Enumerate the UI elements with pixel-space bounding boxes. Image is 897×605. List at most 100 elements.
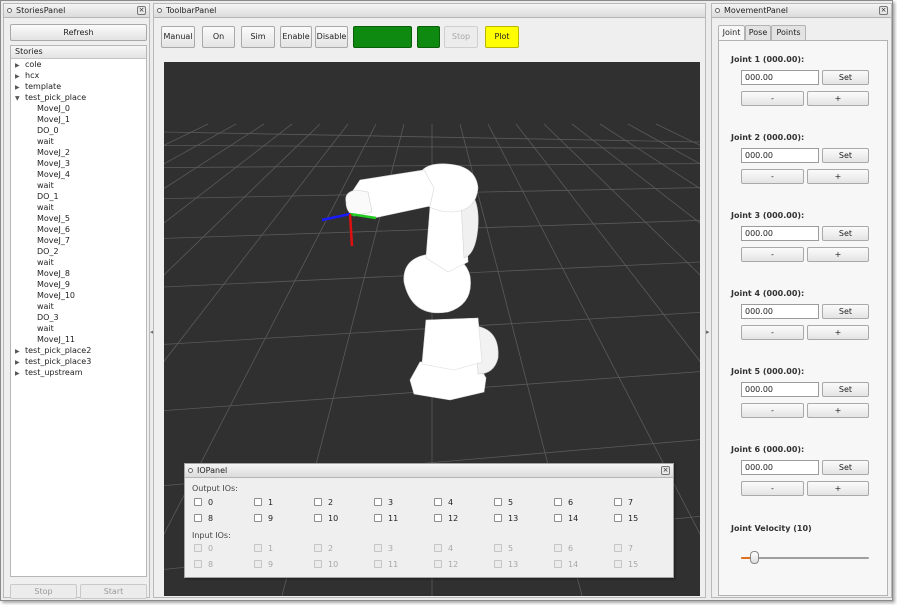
start-story-button[interactable]: Start: [80, 584, 147, 599]
tree-step[interactable]: wait: [11, 301, 146, 312]
output-io-12[interactable]: 12: [434, 513, 458, 524]
output-io-6[interactable]: 6: [554, 497, 573, 508]
output-io-14[interactable]: 14: [554, 513, 578, 524]
tree-step[interactable]: wait: [11, 257, 146, 268]
checkbox[interactable]: [614, 514, 622, 522]
joint-4-input[interactable]: 000.00: [741, 304, 819, 319]
close-icon[interactable]: ×: [879, 6, 888, 15]
tab-joint[interactable]: Joint: [718, 25, 745, 41]
joint-2-set-button[interactable]: Set: [822, 148, 869, 163]
status-indicator-small[interactable]: [417, 26, 440, 48]
output-io-7[interactable]: 7: [614, 497, 633, 508]
tab-points[interactable]: Points: [771, 25, 806, 40]
joint-1-plus-button[interactable]: +: [807, 91, 869, 106]
output-io-0[interactable]: 0: [194, 497, 213, 508]
manual-button[interactable]: Manual: [161, 26, 195, 48]
tree-step[interactable]: MoveJ_3: [11, 158, 146, 169]
checkbox[interactable]: [614, 498, 622, 506]
stop-story-button[interactable]: Stop: [10, 584, 77, 599]
expanded-arrow-icon[interactable]: ▼: [15, 93, 25, 104]
joint-3-minus-button[interactable]: -: [741, 247, 804, 262]
joint-4-plus-button[interactable]: +: [807, 325, 869, 340]
tree-step[interactable]: MoveJ_6: [11, 224, 146, 235]
status-indicator-button[interactable]: [353, 26, 412, 48]
tree-step[interactable]: DO_3: [11, 312, 146, 323]
tree-story[interactable]: ▶ test_pick_place2: [11, 345, 146, 356]
output-io-4[interactable]: 4: [434, 497, 453, 508]
joint-5-input[interactable]: 000.00: [741, 382, 819, 397]
joint-4-minus-button[interactable]: -: [741, 325, 804, 340]
refresh-button[interactable]: Refresh: [10, 24, 147, 41]
joint-1-set-button[interactable]: Set: [822, 70, 869, 85]
panel-menu-icon[interactable]: [7, 8, 12, 13]
output-io-1[interactable]: 1: [254, 497, 273, 508]
output-io-3[interactable]: 3: [374, 497, 393, 508]
joint-4-set-button[interactable]: Set: [822, 304, 869, 319]
tree-step[interactable]: MoveJ_11: [11, 334, 146, 345]
collapsed-arrow-icon[interactable]: ▶: [15, 368, 25, 379]
tree-step[interactable]: MoveJ_4: [11, 169, 146, 180]
checkbox[interactable]: [494, 498, 502, 506]
tree-step[interactable]: wait: [11, 323, 146, 334]
panel-menu-icon[interactable]: [188, 468, 193, 473]
checkbox[interactable]: [194, 498, 202, 506]
tree-step[interactable]: DO_1: [11, 191, 146, 202]
tree-step[interactable]: wait: [11, 136, 146, 147]
joint-6-set-button[interactable]: Set: [822, 460, 869, 475]
joint-1-input[interactable]: 000.00: [741, 70, 819, 85]
joint-5-minus-button[interactable]: -: [741, 403, 804, 418]
tree-step[interactable]: MoveJ_8: [11, 268, 146, 279]
joint-2-plus-button[interactable]: +: [807, 169, 869, 184]
enable-button[interactable]: Enable: [280, 26, 312, 48]
sim-button[interactable]: Sim: [241, 26, 275, 48]
joint-6-minus-button[interactable]: -: [741, 481, 804, 496]
tree-story[interactable]: ▶ test_upstream: [11, 367, 146, 378]
checkbox[interactable]: [434, 498, 442, 506]
checkbox[interactable]: [254, 514, 262, 522]
tree-step[interactable]: DO_2: [11, 246, 146, 257]
checkbox[interactable]: [374, 498, 382, 506]
tree-step[interactable]: MoveJ_9: [11, 279, 146, 290]
velocity-slider-track[interactable]: [741, 557, 869, 559]
tree-step[interactable]: DO_0: [11, 125, 146, 136]
joint-2-input[interactable]: 000.00: [741, 148, 819, 163]
joint-3-plus-button[interactable]: +: [807, 247, 869, 262]
tree-step[interactable]: wait: [11, 180, 146, 191]
checkbox[interactable]: [314, 514, 322, 522]
output-io-5[interactable]: 5: [494, 497, 513, 508]
plot-button[interactable]: Plot: [485, 26, 519, 48]
checkbox[interactable]: [554, 514, 562, 522]
output-io-9[interactable]: 9: [254, 513, 273, 524]
joint-5-plus-button[interactable]: +: [807, 403, 869, 418]
close-icon[interactable]: ×: [137, 6, 146, 15]
joint-5-set-button[interactable]: Set: [822, 382, 869, 397]
stop-button[interactable]: Stop: [444, 26, 478, 48]
tree-step[interactable]: MoveJ_2: [11, 147, 146, 158]
output-io-11[interactable]: 11: [374, 513, 398, 524]
joint-2-minus-button[interactable]: -: [741, 169, 804, 184]
stories-tree-header[interactable]: Stories: [11, 46, 146, 59]
tree-step[interactable]: MoveJ_0: [11, 103, 146, 114]
tree-story[interactable]: ▶ test_pick_place3: [11, 356, 146, 367]
output-io-15[interactable]: 15: [614, 513, 638, 524]
checkbox[interactable]: [434, 514, 442, 522]
panel-menu-icon[interactable]: [157, 8, 162, 13]
io-panel-titlebar[interactable]: IOPanel ×: [185, 464, 673, 478]
tree-step[interactable]: MoveJ_1: [11, 114, 146, 125]
checkbox[interactable]: [254, 498, 262, 506]
joint-3-set-button[interactable]: Set: [822, 226, 869, 241]
tree-story[interactable]: ▶ template: [11, 81, 146, 92]
output-io-2[interactable]: 2: [314, 497, 333, 508]
output-io-13[interactable]: 13: [494, 513, 518, 524]
tree-step[interactable]: MoveJ_5: [11, 213, 146, 224]
on-button[interactable]: On: [202, 26, 235, 48]
tree-step[interactable]: wait: [11, 202, 146, 213]
joint-6-plus-button[interactable]: +: [807, 481, 869, 496]
tree-story[interactable]: ▶ hcx: [11, 70, 146, 81]
tree-story[interactable]: ▶ cole: [11, 59, 146, 70]
output-io-10[interactable]: 10: [314, 513, 338, 524]
checkbox[interactable]: [194, 514, 202, 522]
tree-step[interactable]: MoveJ_10: [11, 290, 146, 301]
checkbox[interactable]: [374, 514, 382, 522]
tree-story[interactable]: ▼ test_pick_place: [11, 92, 146, 103]
